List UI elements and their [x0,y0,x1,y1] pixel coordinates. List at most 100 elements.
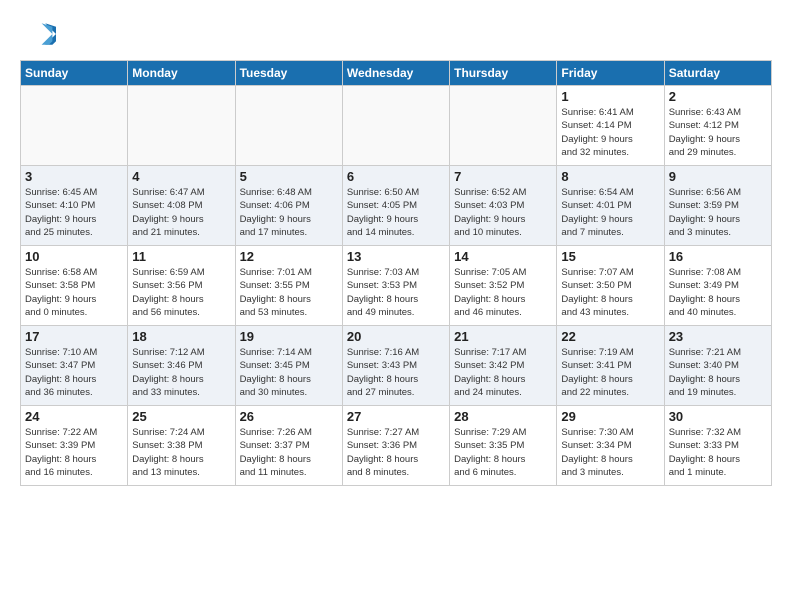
calendar-day-cell: 12 Sunrise: 7:01 AM Sunset: 3:55 PM Dayli… [235,246,342,326]
calendar-day-cell: 25 Sunrise: 7:24 AM Sunset: 3:38 PM Dayli… [128,406,235,486]
calendar-day-cell: 5 Sunrise: 6:48 AM Sunset: 4:06 PM Daylig… [235,166,342,246]
day-info: Sunrise: 6:45 AM Sunset: 4:10 PM Dayligh… [25,186,123,239]
day-info: Sunrise: 6:56 AM Sunset: 3:59 PM Dayligh… [669,186,767,239]
day-number: 14 [454,249,552,264]
day-number: 16 [669,249,767,264]
day-info: Sunrise: 7:05 AM Sunset: 3:52 PM Dayligh… [454,266,552,319]
day-info: Sunrise: 7:14 AM Sunset: 3:45 PM Dayligh… [240,346,338,399]
day-info: Sunrise: 7:12 AM Sunset: 3:46 PM Dayligh… [132,346,230,399]
calendar-day-cell: 16 Sunrise: 7:08 AM Sunset: 3:49 PM Dayli… [664,246,771,326]
day-info: Sunrise: 7:21 AM Sunset: 3:40 PM Dayligh… [669,346,767,399]
calendar-day-cell: 30 Sunrise: 7:32 AM Sunset: 3:33 PM Dayli… [664,406,771,486]
day-info: Sunrise: 7:32 AM Sunset: 3:33 PM Dayligh… [669,426,767,479]
weekday-header-cell: Thursday [450,61,557,86]
day-number: 8 [561,169,659,184]
calendar-week-row: 3 Sunrise: 6:45 AM Sunset: 4:10 PM Daylig… [21,166,772,246]
calendar-day-cell: 7 Sunrise: 6:52 AM Sunset: 4:03 PM Daylig… [450,166,557,246]
weekday-header-cell: Tuesday [235,61,342,86]
calendar-day-cell: 24Sunrise: 7:22 AM Sunset: 3:39 PM Dayli… [21,406,128,486]
day-info: Sunrise: 7:26 AM Sunset: 3:37 PM Dayligh… [240,426,338,479]
calendar-day-cell: 10 Sunrise: 6:58 AM Sunset: 3:58 PM Dayli… [21,246,128,326]
day-number: 9 [669,169,767,184]
weekday-header-cell: Wednesday [342,61,449,86]
day-info: Sunrise: 7:19 AM Sunset: 3:41 PM Dayligh… [561,346,659,399]
day-info: Sunrise: 7:24 AM Sunset: 3:38 PM Dayligh… [132,426,230,479]
calendar-day-cell: 29Sunrise: 7:30 AM Sunset: 3:34 PM Dayli… [557,406,664,486]
calendar-day-cell [450,86,557,166]
day-number: 30 [669,409,767,424]
day-info: Sunrise: 6:47 AM Sunset: 4:08 PM Dayligh… [132,186,230,239]
day-info: Sunrise: 7:29 AM Sunset: 3:35 PM Dayligh… [454,426,552,479]
calendar-week-row: 17 Sunrise: 7:10 AM Sunset: 3:47 PM Dayli… [21,326,772,406]
day-info: Sunrise: 7:03 AM Sunset: 3:53 PM Dayligh… [347,266,445,319]
day-number: 20 [347,329,445,344]
day-info: Sunrise: 7:22 AM Sunset: 3:39 PM Dayligh… [25,426,123,479]
day-number: 1 [561,89,659,104]
day-info: Sunrise: 7:17 AM Sunset: 3:42 PM Dayligh… [454,346,552,399]
calendar-day-cell: 4 Sunrise: 6:47 AM Sunset: 4:08 PM Daylig… [128,166,235,246]
calendar-day-cell: 3 Sunrise: 6:45 AM Sunset: 4:10 PM Daylig… [21,166,128,246]
day-number: 19 [240,329,338,344]
day-info: Sunrise: 6:50 AM Sunset: 4:05 PM Dayligh… [347,186,445,239]
day-number: 5 [240,169,338,184]
day-info: Sunrise: 6:59 AM Sunset: 3:56 PM Dayligh… [132,266,230,319]
calendar-day-cell: 13 Sunrise: 7:03 AM Sunset: 3:53 PM Dayli… [342,246,449,326]
day-number: 17 [25,329,123,344]
calendar-day-cell: 6Sunrise: 6:50 AM Sunset: 4:05 PM Daylig… [342,166,449,246]
calendar-day-cell: 18 Sunrise: 7:12 AM Sunset: 3:46 PM Dayli… [128,326,235,406]
calendar-day-cell: 19 Sunrise: 7:14 AM Sunset: 3:45 PM Dayli… [235,326,342,406]
day-info: Sunrise: 7:07 AM Sunset: 3:50 PM Dayligh… [561,266,659,319]
calendar-day-cell: 22Sunrise: 7:19 AM Sunset: 3:41 PM Dayli… [557,326,664,406]
weekday-header-cell: Sunday [21,61,128,86]
day-info: Sunrise: 7:08 AM Sunset: 3:49 PM Dayligh… [669,266,767,319]
day-number: 29 [561,409,659,424]
calendar-day-cell: 20 Sunrise: 7:16 AM Sunset: 3:43 PM Dayli… [342,326,449,406]
day-number: 21 [454,329,552,344]
day-info: Sunrise: 6:54 AM Sunset: 4:01 PM Dayligh… [561,186,659,239]
weekday-header-row: SundayMondayTuesdayWednesdayThursdayFrid… [21,61,772,86]
calendar-day-cell: 11 Sunrise: 6:59 AM Sunset: 3:56 PM Dayli… [128,246,235,326]
day-info: Sunrise: 7:10 AM Sunset: 3:47 PM Dayligh… [25,346,123,399]
day-number: 15 [561,249,659,264]
day-number: 12 [240,249,338,264]
calendar-day-cell: 26 Sunrise: 7:26 AM Sunset: 3:37 PM Dayli… [235,406,342,486]
calendar-day-cell: 17 Sunrise: 7:10 AM Sunset: 3:47 PM Dayli… [21,326,128,406]
day-number: 13 [347,249,445,264]
day-number: 10 [25,249,123,264]
day-info: Sunrise: 6:43 AM Sunset: 4:12 PM Dayligh… [669,106,767,159]
day-info: Sunrise: 6:48 AM Sunset: 4:06 PM Dayligh… [240,186,338,239]
day-number: 27 [347,409,445,424]
calendar-day-cell: 1 Sunrise: 6:41 AM Sunset: 4:14 PM Daylig… [557,86,664,166]
day-number: 28 [454,409,552,424]
page: SundayMondayTuesdayWednesdayThursdayFrid… [0,0,792,496]
day-info: Sunrise: 7:01 AM Sunset: 3:55 PM Dayligh… [240,266,338,319]
day-number: 7 [454,169,552,184]
logo [20,16,60,52]
calendar-week-row: 1 Sunrise: 6:41 AM Sunset: 4:14 PM Daylig… [21,86,772,166]
day-info: Sunrise: 6:52 AM Sunset: 4:03 PM Dayligh… [454,186,552,239]
calendar-day-cell [235,86,342,166]
calendar-day-cell: 9 Sunrise: 6:56 AM Sunset: 3:59 PM Daylig… [664,166,771,246]
weekday-header-cell: Monday [128,61,235,86]
day-number: 3 [25,169,123,184]
day-number: 26 [240,409,338,424]
calendar-day-cell: 28 Sunrise: 7:29 AM Sunset: 3:35 PM Dayli… [450,406,557,486]
day-info: Sunrise: 6:41 AM Sunset: 4:14 PM Dayligh… [561,106,659,159]
day-info: Sunrise: 6:58 AM Sunset: 3:58 PM Dayligh… [25,266,123,319]
calendar-day-cell: 21 Sunrise: 7:17 AM Sunset: 3:42 PM Dayli… [450,326,557,406]
day-number: 18 [132,329,230,344]
calendar-day-cell [21,86,128,166]
day-number: 23 [669,329,767,344]
day-info: Sunrise: 7:27 AM Sunset: 3:36 PM Dayligh… [347,426,445,479]
calendar-day-cell [342,86,449,166]
calendar-day-cell: 14 Sunrise: 7:05 AM Sunset: 3:52 PM Dayli… [450,246,557,326]
calendar-day-cell [128,86,235,166]
day-number: 11 [132,249,230,264]
day-info: Sunrise: 7:16 AM Sunset: 3:43 PM Dayligh… [347,346,445,399]
calendar-day-cell: 23 Sunrise: 7:21 AM Sunset: 3:40 PM Dayli… [664,326,771,406]
logo-icon [20,16,56,52]
day-number: 25 [132,409,230,424]
day-number: 2 [669,89,767,104]
day-number: 4 [132,169,230,184]
weekday-header-cell: Friday [557,61,664,86]
